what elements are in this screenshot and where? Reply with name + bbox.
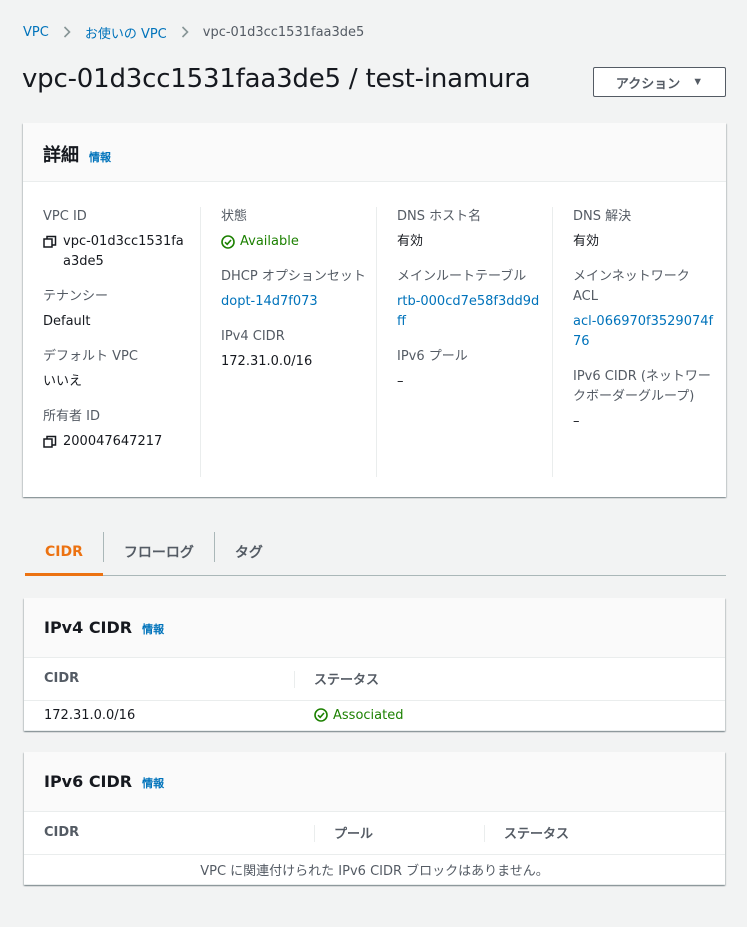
empty-message: VPC に関連付けられた IPv6 CIDR ブロックはありません。: [24, 854, 725, 885]
ipv4-cidr-panel: IPv4 CIDR 情報 CIDR ステータス 172.31.0.0/16 As…: [24, 598, 725, 731]
table-row: 172.31.0.0/16 Associated: [24, 700, 725, 731]
cidr-cell: 172.31.0.0/16: [24, 700, 294, 731]
state-label: 状態: [221, 209, 248, 224]
breadcrumb-your-vpcs[interactable]: お使いの VPC: [85, 23, 167, 42]
ipv6-cidr-value: –: [573, 414, 580, 429]
column-header-pool: プール: [314, 812, 484, 855]
copy-icon[interactable]: [43, 235, 57, 249]
ipv6-cidr-table: CIDR プール ステータス VPC に関連付けられた IPv6 CIDR ブロ…: [24, 812, 725, 885]
dhcp-options-label: DHCP オプションセット: [221, 269, 366, 284]
column-header-cidr: CIDR: [24, 812, 314, 855]
details-title: 詳細: [43, 145, 79, 166]
tab-list: CIDR フローログ タグ: [25, 528, 726, 576]
state-value: Available: [240, 234, 299, 249]
breadcrumb-vpc[interactable]: VPC: [23, 25, 49, 40]
ipv6-pool-label: IPv6 プール: [397, 349, 468, 364]
ipv6-cidr-header: IPv6 CIDR 情報: [24, 752, 725, 812]
ipv4-cidr-info-link[interactable]: 情報: [142, 621, 164, 637]
owner-id-field: 200047647217: [43, 432, 190, 452]
breadcrumb-current: vpc-01d3cc1531faa3de5: [202, 24, 365, 40]
ipv6-cidr-title: IPv6 CIDR: [44, 772, 133, 791]
main-network-acl-link[interactable]: acl-066970f3529074f76: [573, 314, 713, 349]
tenancy-label: テナンシー: [43, 289, 109, 304]
ipv6-cidr-panel: IPv6 CIDR 情報 CIDR プール ステータス VPC に関連付けられた…: [24, 752, 725, 885]
status-badge: Associated: [314, 708, 725, 723]
ipv6-cidr-info-link[interactable]: 情報: [142, 775, 164, 791]
dns-hostnames-value: 有効: [397, 234, 424, 249]
details-column-4: DNS 解決 有効 メインネットワーク ACL acl-066970f35290…: [552, 207, 726, 477]
chevron-right-icon: [181, 26, 189, 38]
check-circle-icon: [314, 708, 328, 722]
vpc-id-label: VPC ID: [43, 209, 87, 224]
main-route-table-label: メインルートテーブル: [397, 269, 527, 284]
vpc-id-field: vpc-01d3cc1531faa3de5: [43, 232, 190, 272]
ipv4-cidr-header: IPv4 CIDR 情報: [24, 598, 725, 658]
copy-icon[interactable]: [43, 435, 57, 449]
main-route-table-link[interactable]: rtb-000cd7e58f3dd9dff: [397, 294, 539, 329]
state-status: Available: [221, 232, 366, 252]
caret-down-icon: ▼: [692, 76, 704, 88]
vpc-id-value: vpc-01d3cc1531faa3de5: [63, 234, 184, 269]
ipv6-cidr-label: IPv6 CIDR (ネットワークボーダーグループ): [573, 369, 711, 404]
check-circle-icon: [221, 235, 235, 249]
owner-id-label: 所有者 ID: [43, 409, 100, 424]
details-header: 詳細 情報: [23, 123, 726, 182]
dns-resolution-value: 有効: [573, 234, 600, 249]
details-grid: VPC ID vpc-01d3cc1531faa3de5 テナンシー Defau…: [23, 207, 726, 477]
ipv6-pool-value: –: [397, 374, 404, 389]
ipv4-cidr-table: CIDR ステータス 172.31.0.0/16 Associated: [24, 658, 725, 731]
actions-dropdown-button[interactable]: アクション ▼: [593, 67, 726, 97]
dhcp-options-link[interactable]: dopt-14d7f073: [221, 294, 318, 309]
table-header-row: CIDR プール ステータス: [24, 812, 725, 855]
dns-hostnames-label: DNS ホスト名: [397, 209, 482, 224]
dns-resolution-label: DNS 解決: [573, 209, 632, 224]
column-header-status: ステータス: [484, 812, 725, 855]
column-header-status: ステータス: [294, 658, 725, 701]
details-panel: 詳細 情報 VPC ID vpc-01d3cc1531faa3de5 テナンシー…: [23, 123, 726, 497]
column-header-cidr: CIDR: [24, 658, 294, 701]
ipv4-cidr-value: 172.31.0.0/16: [221, 354, 313, 369]
tenancy-value: Default: [43, 314, 91, 329]
tab-cidr[interactable]: CIDR: [25, 528, 103, 576]
breadcrumb: VPC お使いの VPC vpc-01d3cc1531faa3de5: [23, 22, 364, 42]
details-info-link[interactable]: 情報: [89, 149, 111, 165]
actions-label: アクション: [615, 75, 681, 91]
tab-tags[interactable]: タグ: [215, 528, 283, 575]
table-header-row: CIDR ステータス: [24, 658, 725, 701]
default-vpc-value: いいえ: [43, 374, 83, 389]
main-network-acl-label: メインネットワーク ACL: [573, 269, 690, 304]
ipv4-cidr-title: IPv4 CIDR: [44, 618, 133, 637]
status-cell: Associated: [294, 700, 725, 731]
ipv4-cidr-label: IPv4 CIDR: [221, 329, 285, 344]
owner-id-value: 200047647217: [63, 434, 163, 449]
default-vpc-label: デフォルト VPC: [43, 349, 138, 364]
empty-row: VPC に関連付けられた IPv6 CIDR ブロックはありません。: [24, 854, 725, 885]
details-column-3: DNS ホスト名 有効 メインルートテーブル rtb-000cd7e58f3dd…: [376, 207, 552, 477]
tab-flow-logs[interactable]: フローログ: [104, 528, 214, 575]
chevron-right-icon: [63, 26, 71, 38]
page-title: vpc-01d3cc1531faa3de5 / test-inamura: [22, 64, 531, 94]
details-column-2: 状態 Available DHCP オプションセット dopt-14d7f073…: [200, 207, 376, 477]
status-value: Associated: [333, 707, 404, 723]
details-column-1: VPC ID vpc-01d3cc1531faa3de5 テナンシー Defau…: [23, 207, 200, 477]
